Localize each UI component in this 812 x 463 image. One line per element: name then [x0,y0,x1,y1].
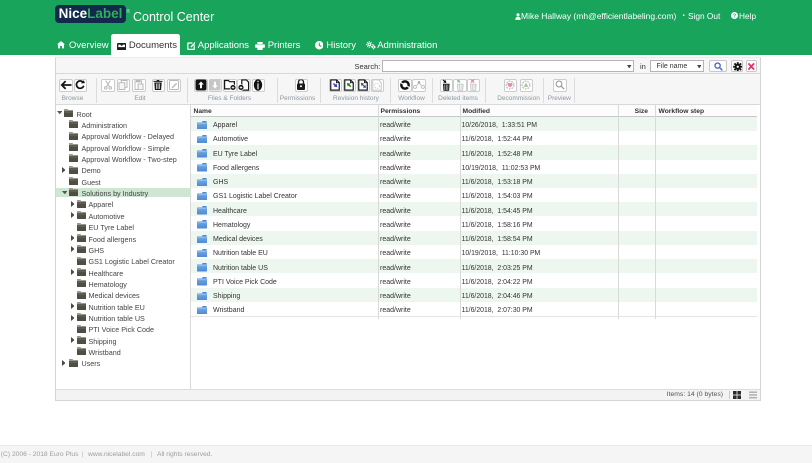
svg-text:?: ? [732,14,735,19]
